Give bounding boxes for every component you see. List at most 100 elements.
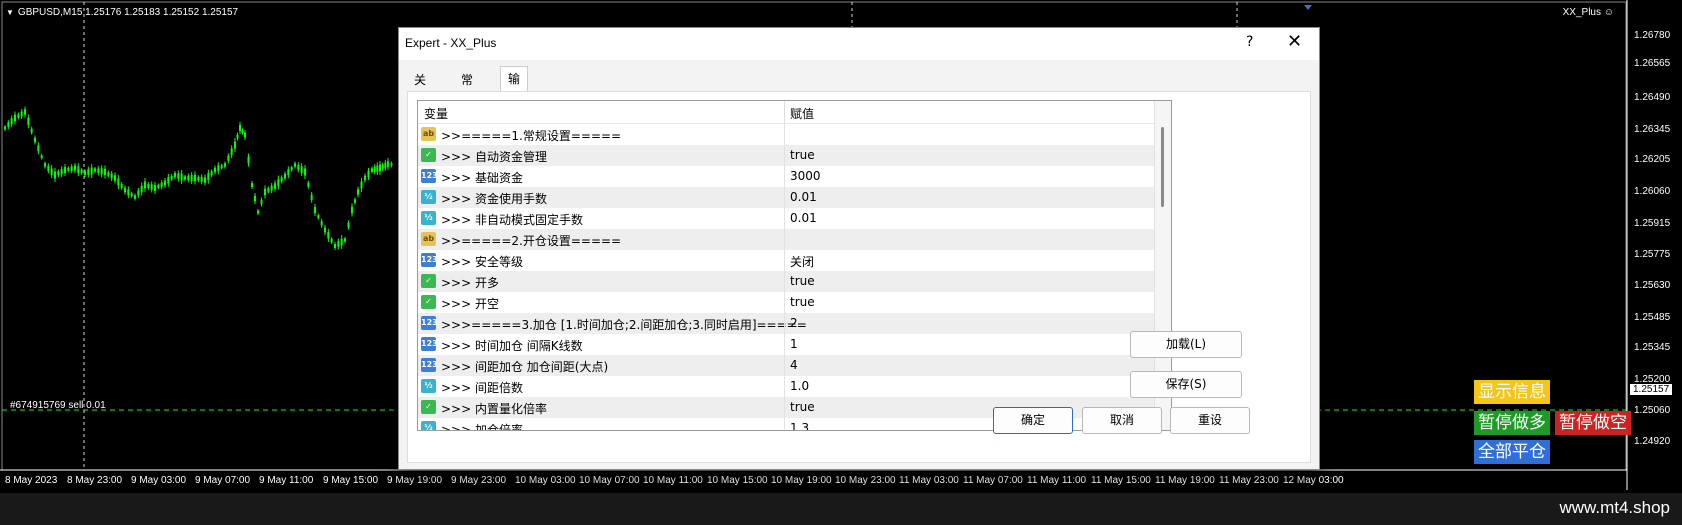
bool-type-icon: ✓	[421, 148, 436, 162]
help-icon[interactable]: ?	[1246, 34, 1253, 50]
param-value[interactable]: 2	[790, 316, 798, 330]
param-value[interactable]: true	[790, 274, 815, 288]
param-row[interactable]: ✓ >>> 开多 true	[418, 271, 1154, 292]
collapse-triangle-icon[interactable]: ▼	[6, 8, 14, 17]
save-button[interactable]: 保存(S)	[1130, 371, 1242, 398]
param-row[interactable]: ab >>=====1.常规设置=====	[418, 124, 1154, 145]
candle-body	[160, 182, 163, 187]
candle-body	[57, 171, 60, 176]
price-tick-label: 1.26060	[1634, 186, 1671, 197]
cell-separator	[784, 208, 785, 229]
order-label: #674915769 sell 0.01	[10, 400, 106, 411]
cell-separator	[784, 376, 785, 397]
int-type-icon: 123	[421, 316, 438, 330]
price-tick-label: 1.26780	[1634, 30, 1671, 41]
candle-body	[80, 169, 83, 174]
time-tick-label: 10 May 23:00	[835, 475, 896, 486]
candle-body	[37, 145, 40, 152]
candle-body	[300, 166, 303, 173]
candle-body	[14, 114, 16, 122]
param-value[interactable]: 关闭	[790, 253, 814, 270]
cancel-button[interactable]: 取消	[1082, 407, 1162, 434]
candle-body	[144, 181, 146, 189]
candle-body	[187, 175, 190, 181]
param-name: >>> 间距加仓 加仓间距(大点)	[441, 360, 609, 374]
param-value[interactable]: true	[790, 148, 815, 162]
dialog-titlebar: Expert - XX_Plus ? ✕	[399, 28, 1319, 60]
ok-button[interactable]: 确定	[993, 407, 1073, 434]
param-row[interactable]: 123 >>>=====3.加仓 [1.时间加仓;2.间距加仓;3.同时启用]==…	[418, 313, 1154, 334]
tab-about[interactable]: 关于	[407, 70, 433, 107]
time-tick-label: 10 May 11:00	[643, 475, 703, 486]
footer-url: www.mt4.shop	[1559, 498, 1670, 517]
candle-body	[351, 206, 353, 214]
smiley-icon: ☺	[1603, 7, 1614, 18]
param-value[interactable]: 4	[790, 358, 798, 372]
param-value[interactable]: 3000	[790, 169, 821, 183]
scrollbar-thumb[interactable]	[1161, 127, 1164, 207]
time-tick-label: 10 May 19:00	[771, 475, 832, 486]
candle-body	[284, 173, 286, 179]
candle-body	[227, 155, 230, 161]
cell-separator	[784, 250, 785, 271]
param-value[interactable]: true	[790, 400, 815, 414]
candle-body	[287, 169, 290, 176]
param-row[interactable]: 123 >>> 基础资金 3000	[418, 166, 1154, 187]
candle-body	[174, 173, 176, 177]
cell-separator	[784, 292, 785, 313]
tab-common[interactable]: 常用	[454, 70, 480, 107]
cell-separator	[784, 124, 785, 145]
candle-body	[297, 164, 300, 170]
param-name: >>> 开多	[441, 276, 499, 290]
param-value[interactable]: 1.3	[790, 421, 809, 430]
time-tick-label: 11 May 07:00	[963, 475, 1023, 486]
price-tick-label: 1.26490	[1634, 92, 1671, 103]
candle-body	[64, 167, 66, 173]
param-value[interactable]: 0.01	[790, 190, 817, 204]
candle-body	[140, 185, 143, 193]
param-value[interactable]: 0.01	[790, 211, 817, 225]
candle-body	[384, 162, 387, 169]
int-type-icon: 123	[421, 337, 438, 351]
time-tick-label: 9 May 15:00	[323, 475, 379, 486]
column-separator[interactable]	[784, 101, 785, 123]
reset-button[interactable]: 重设	[1170, 407, 1250, 434]
param-row[interactable]: ½ >>> 间距倍数 1.0	[418, 376, 1154, 397]
bool-type-icon: ✓	[421, 274, 436, 288]
param-row[interactable]: ✓ >>> 开空 true	[418, 292, 1154, 313]
show-info-button[interactable]: 显示信息	[1474, 380, 1550, 404]
param-name: >>> 基础资金	[441, 171, 523, 185]
param-value[interactable]: true	[790, 295, 815, 309]
close-all-button[interactable]: 全部平仓	[1474, 440, 1550, 464]
pause-long-button[interactable]: 暂停做多	[1474, 411, 1550, 435]
column-value[interactable]: 赋值	[790, 105, 814, 122]
int-type-icon: 123	[421, 253, 438, 267]
candle-body	[200, 176, 203, 182]
param-row[interactable]: 123 >>> 间距加仓 加仓间距(大点) 4	[418, 355, 1154, 376]
param-row[interactable]: ✓ >>> 自动资金管理 true	[418, 145, 1154, 166]
candle-body	[170, 175, 173, 180]
param-value[interactable]: 1	[790, 337, 798, 351]
tab-inputs[interactable]: 输入参数	[500, 66, 529, 158]
close-icon[interactable]: ✕	[1287, 31, 1302, 52]
candle-body	[324, 227, 326, 233]
bool-type-icon: ✓	[421, 400, 436, 414]
double-type-icon: ½	[421, 379, 436, 393]
param-row[interactable]: 123 >>> 时间加仓 间隔K线数 1	[418, 334, 1154, 355]
column-variable[interactable]: 变量	[424, 105, 448, 122]
param-row[interactable]: ½ >>> 非自动模式固定手数 0.01	[418, 208, 1154, 229]
candle-body	[234, 141, 236, 149]
param-value[interactable]: 1.0	[790, 379, 809, 393]
candle-body	[376, 165, 379, 172]
trade-arrow-icon	[1304, 5, 1312, 10]
cell-separator	[784, 355, 785, 376]
param-row[interactable]: 123 >>> 安全等级 关闭	[418, 250, 1154, 271]
param-row[interactable]: ½ >>> 资金使用手数 0.01	[418, 187, 1154, 208]
candle-body	[257, 210, 259, 214]
cell-separator	[784, 145, 785, 166]
pause-short-button[interactable]: 暂停做空	[1555, 411, 1631, 435]
load-button[interactable]: 加载(L)	[1130, 331, 1242, 358]
params-grid[interactable]: 变量 赋值 ab >>=====1.常规设置===== ✓ >>> 自动资金管理 tru…	[417, 100, 1172, 431]
param-row[interactable]: ab >>=====2.开仓设置=====	[418, 229, 1154, 250]
candle-body	[17, 114, 20, 118]
